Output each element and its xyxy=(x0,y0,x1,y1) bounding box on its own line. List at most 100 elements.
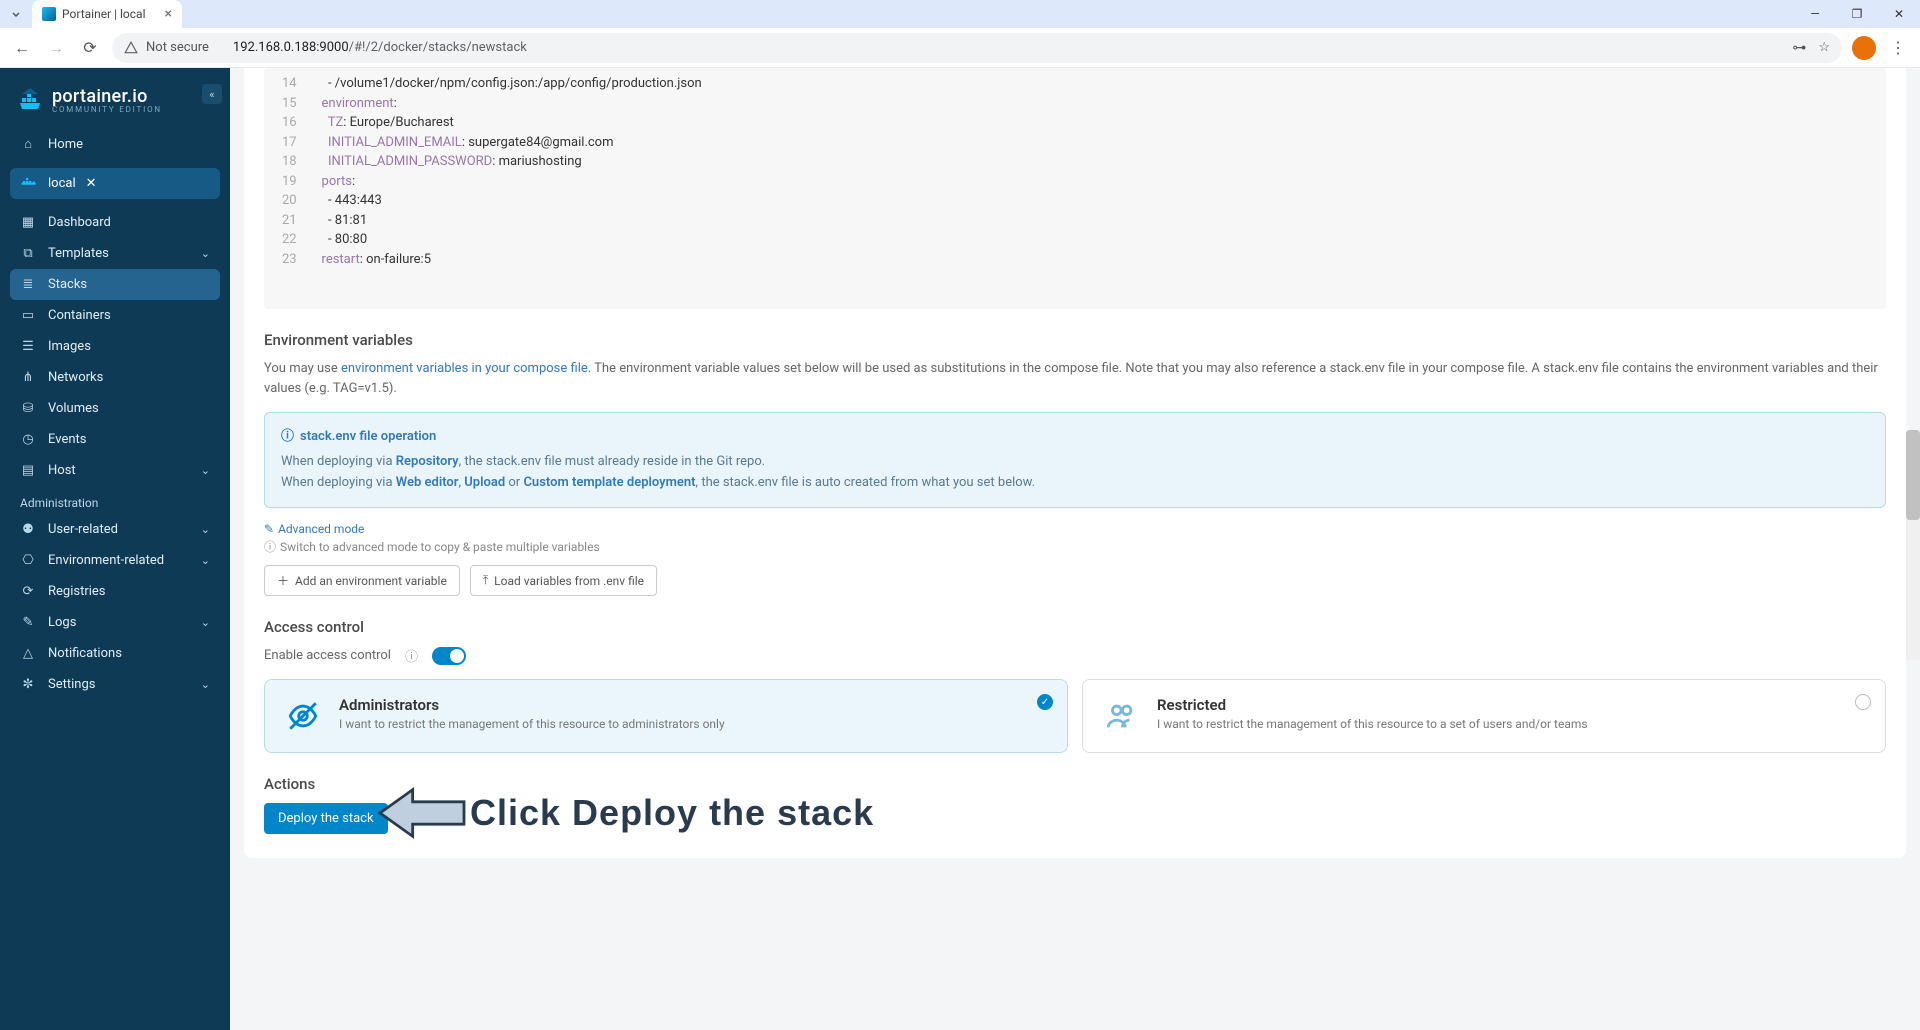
images-icon: ☰ xyxy=(20,339,36,354)
access-control-toggle[interactable] xyxy=(432,647,466,665)
tab-close-icon[interactable]: × xyxy=(165,6,172,22)
edit-icon: ✎ xyxy=(264,522,274,536)
compose-docs-link[interactable]: environment variables in your compose fi… xyxy=(341,361,588,376)
compose-editor[interactable]: 14151617181920212223 - /volume1/docker/n… xyxy=(264,68,1886,309)
help-icon[interactable]: ⓘ xyxy=(405,646,418,665)
editor-gutter: 14151617181920212223 xyxy=(264,74,309,269)
tab-favicon xyxy=(42,7,56,21)
sidebar-collapse-button[interactable]: « xyxy=(202,84,222,104)
nav-label: Templates xyxy=(48,246,109,261)
tutorial-annotation: Click Deploy the stack xyxy=(374,785,874,841)
load-envfile-button[interactable]: ⤒Load variables from .env file xyxy=(470,565,657,596)
nav-registries[interactable]: ⟳Registries xyxy=(10,576,220,607)
environment-pill[interactable]: local ✕ xyxy=(10,168,220,199)
chevron-down-icon: ⌄ xyxy=(201,523,210,536)
home-icon: ⌂ xyxy=(20,136,36,152)
tab-search-dropdown[interactable] xyxy=(8,6,24,22)
env-close-icon[interactable]: ✕ xyxy=(86,176,97,191)
events-icon: ◷ xyxy=(20,432,36,447)
kebab-menu-icon[interactable]: ⋮ xyxy=(1886,36,1910,60)
info-icon: ⓘ xyxy=(281,427,294,448)
address-bar[interactable]: Not secure 192.168.0.188:9000/#!/2/docke… xyxy=(112,33,1842,63)
scrollbar[interactable] xyxy=(1906,430,1920,660)
stackenv-info-box: ⓘstack.env file operation When deploying… xyxy=(264,412,1886,508)
password-key-icon[interactable]: ⊶ xyxy=(1792,40,1806,56)
access-option-administrators[interactable]: Administrators I want to restrict the ma… xyxy=(264,679,1068,753)
scrollbar-thumb[interactable] xyxy=(1906,430,1920,520)
chevron-down-icon: ⌄ xyxy=(201,464,210,477)
nav-settings[interactable]: ✼Settings⌄ xyxy=(10,669,220,700)
nav-back[interactable]: ← xyxy=(10,36,34,60)
docker-icon xyxy=(20,177,38,191)
templates-icon: ⧉ xyxy=(20,246,36,261)
nav-label: Volumes xyxy=(48,401,99,416)
volumes-icon: ⛁ xyxy=(20,401,36,416)
nav-label: Containers xyxy=(48,308,111,323)
nav-stacks[interactable]: ≣Stacks xyxy=(10,269,220,300)
card-desc: I want to restrict the management of thi… xyxy=(339,717,725,731)
nav-reload[interactable]: ⟳ xyxy=(78,36,102,60)
nav-label: Events xyxy=(48,432,86,447)
profile-avatar[interactable] xyxy=(1852,36,1876,60)
url-host: 192.168.0.188:9000 xyxy=(233,40,349,55)
card-desc: I want to restrict the management of thi… xyxy=(1157,717,1588,731)
nav-home[interactable]: ⌂ Home xyxy=(10,128,220,160)
browser-titlebar: Portainer | local × — ❐ ✕ xyxy=(0,0,1920,28)
card-title: Administrators xyxy=(339,696,725,714)
nav-home-label: Home xyxy=(48,137,83,152)
nav-logs[interactable]: ✎Logs⌄ xyxy=(10,607,220,638)
editor-code[interactable]: - /volume1/docker/npm/config.json:/app/c… xyxy=(309,74,702,269)
window-close[interactable]: ✕ xyxy=(1878,0,1920,28)
containers-icon: ▭ xyxy=(20,308,36,323)
nav-label: Dashboard xyxy=(48,215,111,230)
dashboard-icon: ▦ xyxy=(20,215,36,230)
nav-host[interactable]: ▤Host⌄ xyxy=(10,455,220,486)
card-title: Restricted xyxy=(1157,696,1588,714)
nav-label: Networks xyxy=(48,370,103,385)
nav-dashboard[interactable]: ▦ Dashboard xyxy=(10,207,220,238)
main-content: 14151617181920212223 - /volume1/docker/n… xyxy=(230,68,1920,1030)
nav-containers[interactable]: ▭ Containers xyxy=(10,300,220,331)
security-label: Not secure xyxy=(146,40,209,55)
environment-icon: ⎔ xyxy=(20,553,36,568)
actions-title: Actions xyxy=(264,775,1886,793)
nav-label: User-related xyxy=(48,522,118,537)
envvars-description: You may use environment variables in you… xyxy=(264,359,1886,398)
nav-networks[interactable]: ⋔ Networks xyxy=(10,362,220,393)
nav-label: Logs xyxy=(48,615,76,630)
add-envvar-button[interactable]: ＋Add an environment variable xyxy=(264,565,460,596)
logs-icon: ✎ xyxy=(20,615,36,630)
advanced-mode-hint: ⓘSwitch to advanced mode to copy & paste… xyxy=(264,538,1886,555)
bell-icon: △ xyxy=(20,646,36,661)
info-icon: ⓘ xyxy=(264,538,276,555)
nav-label: Images xyxy=(48,339,91,354)
chevron-down-icon: ⌄ xyxy=(201,678,210,691)
advanced-mode-link[interactable]: ✎Advanced mode xyxy=(264,522,1886,536)
nav-label: Environment-related xyxy=(48,553,164,568)
nav-images[interactable]: ☰ Images xyxy=(10,331,220,362)
info-title: stack.env file operation xyxy=(300,427,436,448)
star-icon[interactable]: ☆ xyxy=(1818,40,1830,55)
portainer-logo-icon xyxy=(16,86,44,114)
nav-user-related[interactable]: ⚉User-related⌄ xyxy=(10,514,220,545)
window-maximize[interactable]: ❐ xyxy=(1836,0,1878,28)
nav-templates[interactable]: ⧉ Templates ⌄ xyxy=(10,238,220,269)
chevron-down-icon: ⌄ xyxy=(201,247,210,260)
networks-icon: ⋔ xyxy=(20,370,36,385)
envvars-title: Environment variables xyxy=(264,331,1886,349)
nav-label: Settings xyxy=(48,677,95,692)
browser-tab[interactable]: Portainer | local × xyxy=(32,0,182,28)
upload-icon: ⤒ xyxy=(483,573,488,588)
window-minimize[interactable]: — xyxy=(1794,0,1836,28)
access-option-restricted[interactable]: Restricted I want to restrict the manage… xyxy=(1082,679,1886,753)
plus-icon: ＋ xyxy=(277,572,289,589)
nav-volumes[interactable]: ⛁ Volumes xyxy=(10,393,220,424)
nav-notifications[interactable]: △Notifications xyxy=(10,638,220,669)
users-icon xyxy=(1101,696,1141,736)
url-path: /#!/2/docker/stacks/newstack xyxy=(349,40,527,55)
deploy-stack-button[interactable]: Deploy the stack xyxy=(264,803,388,834)
nav-label: Registries xyxy=(48,584,106,599)
nav-environment-related[interactable]: ⎔Environment-related⌄ xyxy=(10,545,220,576)
nav-events[interactable]: ◷ Events xyxy=(10,424,220,455)
nav-forward[interactable]: → xyxy=(44,36,68,60)
